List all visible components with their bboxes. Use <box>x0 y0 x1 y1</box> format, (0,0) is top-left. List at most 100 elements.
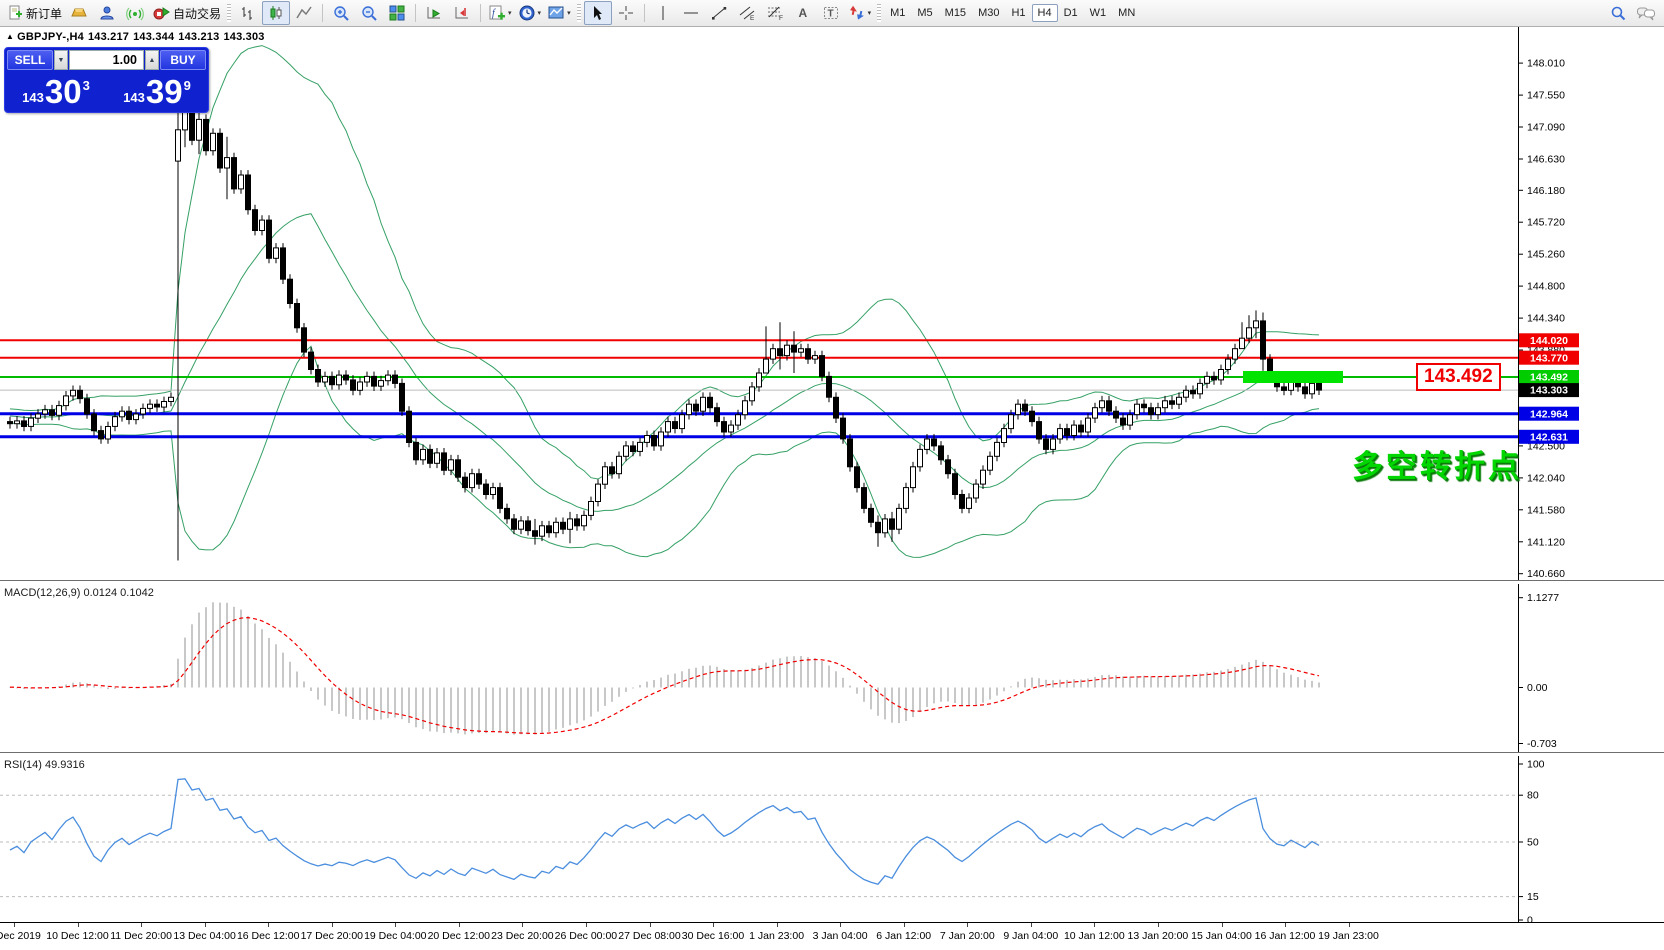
candlestick-chart-button[interactable] <box>262 1 290 25</box>
price-callout-label[interactable]: 143.492 <box>1416 363 1501 391</box>
time-tick <box>967 923 968 927</box>
timeframe-w1-button[interactable]: W1 <box>1084 4 1113 22</box>
indicators-button[interactable]: f ▾ <box>485 1 515 25</box>
time-label: 6 Jan 12:00 <box>876 930 931 942</box>
svg-text:50: 50 <box>1527 837 1539 849</box>
periods-button[interactable]: ▾ <box>515 1 545 25</box>
search-icon <box>1609 4 1627 22</box>
sell-price-button[interactable]: 143303 <box>7 71 105 109</box>
vertical-line-button[interactable] <box>649 1 677 25</box>
templates-button[interactable]: ▾ <box>544 1 574 25</box>
time-tick <box>650 923 651 927</box>
rsi-pane[interactable]: 1008050150 RSI(14) 49.9316 <box>0 756 1664 922</box>
timeframe-m30-button[interactable]: M30 <box>972 4 1005 22</box>
signals-button[interactable] <box>121 1 149 25</box>
time-label: 19 Dec 04:00 <box>364 930 426 942</box>
text-button[interactable]: A <box>789 1 817 25</box>
arrows-button[interactable]: ▾ <box>845 1 875 25</box>
time-tick <box>904 923 905 927</box>
svg-text:141.580: 141.580 <box>1527 504 1565 516</box>
price-chart-canvas[interactable]: 148.010147.550147.090146.630146.180145.7… <box>0 27 1664 580</box>
cursor-button[interactable] <box>584 1 612 25</box>
svg-text:1.1277: 1.1277 <box>1527 592 1559 604</box>
line-chart-button[interactable] <box>290 1 318 25</box>
dropdown-caret: ▾ <box>868 9 872 17</box>
toolbar-separator <box>415 4 416 22</box>
time-tick <box>14 923 15 927</box>
accounts-button[interactable] <box>93 1 121 25</box>
volume-down-stepper[interactable]: ▼ <box>54 50 68 70</box>
horizontal-line-button[interactable] <box>677 1 705 25</box>
svg-text:144.800: 144.800 <box>1527 281 1565 293</box>
zoom-in-icon <box>332 4 350 22</box>
tile-windows-icon <box>388 4 406 22</box>
bar-chart-button[interactable] <box>234 1 262 25</box>
tile-windows-button[interactable] <box>383 1 411 25</box>
time-label: 20 Dec 12:00 <box>428 930 490 942</box>
svg-text:T: T <box>827 9 833 20</box>
market-watch-button[interactable] <box>65 1 93 25</box>
chat-button[interactable] <box>1632 1 1660 25</box>
user-icon <box>98 4 116 22</box>
time-tick <box>1349 923 1350 927</box>
time-label: 17 Dec 20:00 <box>301 930 363 942</box>
timeframe-d1-button[interactable]: D1 <box>1058 4 1084 22</box>
buy-button[interactable]: BUY <box>160 50 206 70</box>
svg-text:143.770: 143.770 <box>1530 352 1568 364</box>
dropdown-caret: ▾ <box>508 9 512 17</box>
time-tick <box>1222 923 1223 927</box>
one-click-trade-panel: SELL ▼ 1.00 ▲ BUY 143303 143399 <box>4 47 209 113</box>
time-label: 10 Jan 12:00 <box>1064 930 1125 942</box>
zoom-in-button[interactable] <box>327 1 355 25</box>
time-tick <box>205 923 206 927</box>
search-button[interactable] <box>1604 1 1632 25</box>
zoom-out-button[interactable] <box>355 1 383 25</box>
svg-text:0.00: 0.00 <box>1527 682 1548 694</box>
timeframe-m1-button[interactable]: M1 <box>884 4 911 22</box>
ohlc-open: 143.217 <box>88 31 129 43</box>
candlestick-icon <box>267 4 285 22</box>
symbol-name: GBPJPY-,H4 <box>17 31 84 43</box>
crosshair-button[interactable] <box>612 1 640 25</box>
timeframe-h4-button[interactable]: H4 <box>1032 4 1058 22</box>
chart-shift-button[interactable] <box>448 1 476 25</box>
time-tick <box>1158 923 1159 927</box>
new-order-button[interactable]: 新订单 <box>4 1 65 25</box>
timeframe-mn-button[interactable]: MN <box>1112 4 1141 22</box>
timeframe-m15-button[interactable]: M15 <box>939 4 972 22</box>
channel-button[interactable]: E <box>733 1 761 25</box>
chat-icon <box>1636 4 1656 22</box>
macd-pane[interactable]: 1.12770.00-0.703 MACD(12,26,9) 0.0124 0.… <box>0 584 1664 752</box>
time-label: 1 Jan 23:00 <box>749 930 804 942</box>
time-axis[interactable]: 9 Dec 201910 Dec 12:0011 Dec 20:0013 Dec… <box>0 922 1664 950</box>
volume-input[interactable]: 1.00 <box>69 50 144 70</box>
text-label-button[interactable]: T <box>817 1 845 25</box>
trendline-button[interactable] <box>705 1 733 25</box>
time-tick <box>459 923 460 927</box>
bar-chart-icon <box>239 4 257 22</box>
main-chart-pane[interactable]: 148.010147.550147.090146.630146.180145.7… <box>0 27 1664 580</box>
auto-scroll-button[interactable] <box>420 1 448 25</box>
ohlc-low: 143.213 <box>178 31 219 43</box>
buy-price-big: 39 <box>146 75 183 109</box>
timeframe-h1-button[interactable]: H1 <box>1005 4 1031 22</box>
annotation-text[interactable]: 多空转折点 <box>1352 441 1522 486</box>
sell-button[interactable]: SELL <box>7 50 53 70</box>
macd-canvas[interactable]: 1.12770.00-0.703 <box>0 584 1664 752</box>
rsi-canvas[interactable]: 1008050150 <box>0 756 1664 922</box>
svg-text:80: 80 <box>1527 790 1539 802</box>
time-label: 30 Dec 16:00 <box>682 930 744 942</box>
volume-up-stepper[interactable]: ▲ <box>145 50 159 70</box>
svg-text:144.340: 144.340 <box>1527 313 1565 325</box>
fibonacci-button[interactable]: F <box>761 1 789 25</box>
toolbar-grip <box>227 4 231 22</box>
collapse-arrow-icon[interactable]: ▲ <box>6 32 14 41</box>
indicators-icon: f <box>488 4 506 22</box>
timeframe-m5-button[interactable]: M5 <box>911 4 938 22</box>
new-order-label: 新订单 <box>26 5 62 22</box>
time-tick <box>268 923 269 927</box>
buy-price-button[interactable]: 143399 <box>108 71 206 109</box>
auto-trading-button[interactable]: 自动交易 <box>149 1 224 25</box>
time-label: 23 Dec 20:00 <box>491 930 553 942</box>
symbol-ohlc-bar: ▲GBPJPY-,H4143.217143.344143.213143.303 <box>6 31 269 43</box>
